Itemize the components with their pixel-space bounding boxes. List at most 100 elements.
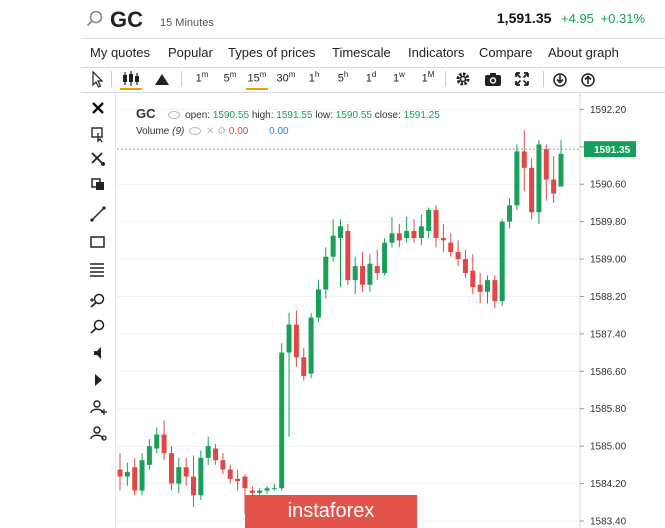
candle-body [507,205,513,222]
volume-value-1: 0.00 [228,126,249,137]
candle-body [154,434,160,449]
price-tick-label: 1584.20 [590,479,627,490]
watermark: instaforex [245,495,417,528]
candle-body [205,446,211,458]
volume-period: (9) [172,126,185,137]
candle-body [161,434,167,454]
price-tick-label: 1589.80 [590,217,627,228]
price-tick-label: 1590.60 [590,180,627,191]
candle-body [323,256,329,290]
remove-indicator-icon[interactable]: ✕ [206,126,214,137]
candle-body [521,151,527,168]
candle [301,347,307,381]
candle-body [551,179,557,194]
candle [455,240,461,267]
candle-body [124,471,130,477]
candles [117,130,564,514]
candle [360,252,366,292]
volume-legend: Volume (9) ✕ ⚙ 0.00 0.00 [136,126,289,137]
candle [227,464,233,484]
eye-icon[interactable] [189,127,202,136]
eye-icon[interactable] [168,111,181,120]
price-tick-label: 1587.40 [590,329,627,340]
candle-body [176,467,182,484]
price-axis: 1592.201591.401590.601589.801589.001588.… [580,105,627,527]
candle-body [271,488,277,490]
candle [161,420,167,461]
candle [330,219,336,262]
candle [315,280,321,323]
candle-body [117,469,123,477]
candle [213,443,219,465]
candle-body [485,280,490,292]
candle [191,455,196,507]
legend-low-value: 1590.55 [335,110,372,121]
candle [286,312,292,437]
candle [521,130,527,192]
price-tick-label: 1588.20 [590,292,627,303]
volume-label: Volume [136,126,170,137]
last-price-tag-label: 1591.35 [594,145,631,156]
candle [264,485,270,494]
legend-open-value: 1590.55 [212,110,250,121]
candle [462,249,468,278]
candle [382,238,388,276]
candle-body [286,324,292,353]
candle-body [293,324,299,358]
price-tick-label: 1589.00 [590,255,627,266]
candle [154,427,160,454]
candle-body [345,230,351,281]
price-tick-label: 1586.60 [590,367,627,378]
candle [551,156,557,203]
candle-body [301,357,307,376]
candle [117,453,123,491]
candle [352,256,358,295]
candle-body [374,266,380,274]
ohlc-legend: GC open: 1590.55 high: 1591.55 low: 1590… [136,106,440,121]
candle-body [213,448,219,461]
candle-body [448,242,454,253]
price-tick-label: 1585.80 [590,404,627,415]
settings-icon[interactable]: ⚙ [217,126,226,137]
candle [507,198,513,229]
candle-body [279,352,285,489]
candle [220,453,226,475]
candle-body [352,266,358,281]
candle [323,247,329,299]
candle [124,462,130,486]
candle [448,233,454,257]
candle-body [514,151,520,206]
candle [132,457,138,496]
legend-symbol: GC [136,106,156,121]
candle [514,144,520,210]
candle-body [389,233,395,243]
candle-body [499,221,505,302]
candle-body [367,263,373,285]
candle-body [338,226,343,238]
candle-body [132,467,138,491]
price-tick-label: 1583.40 [590,516,627,527]
candle-body [455,252,461,260]
candle [235,469,241,491]
candle-body [220,460,226,470]
legend-high-value: 1591.55 [276,110,313,121]
candle-body [198,457,204,496]
legend-high-label: high: [251,110,274,121]
candle [440,223,446,253]
candle [529,158,535,220]
candle [374,249,380,281]
candle-body [257,490,263,493]
candle [367,254,373,292]
candle-body [426,209,432,231]
candle [536,139,542,224]
candle [433,205,439,248]
candle [279,343,285,491]
last-price-line: 1591.35 [117,141,636,158]
price-chart[interactable]: 1592.201591.401590.601589.801589.001588.… [0,0,665,528]
candle [418,214,424,246]
candle-body [470,270,476,288]
candle [492,275,498,309]
candle [485,275,490,304]
candle [139,453,145,496]
candle-body [477,284,483,292]
